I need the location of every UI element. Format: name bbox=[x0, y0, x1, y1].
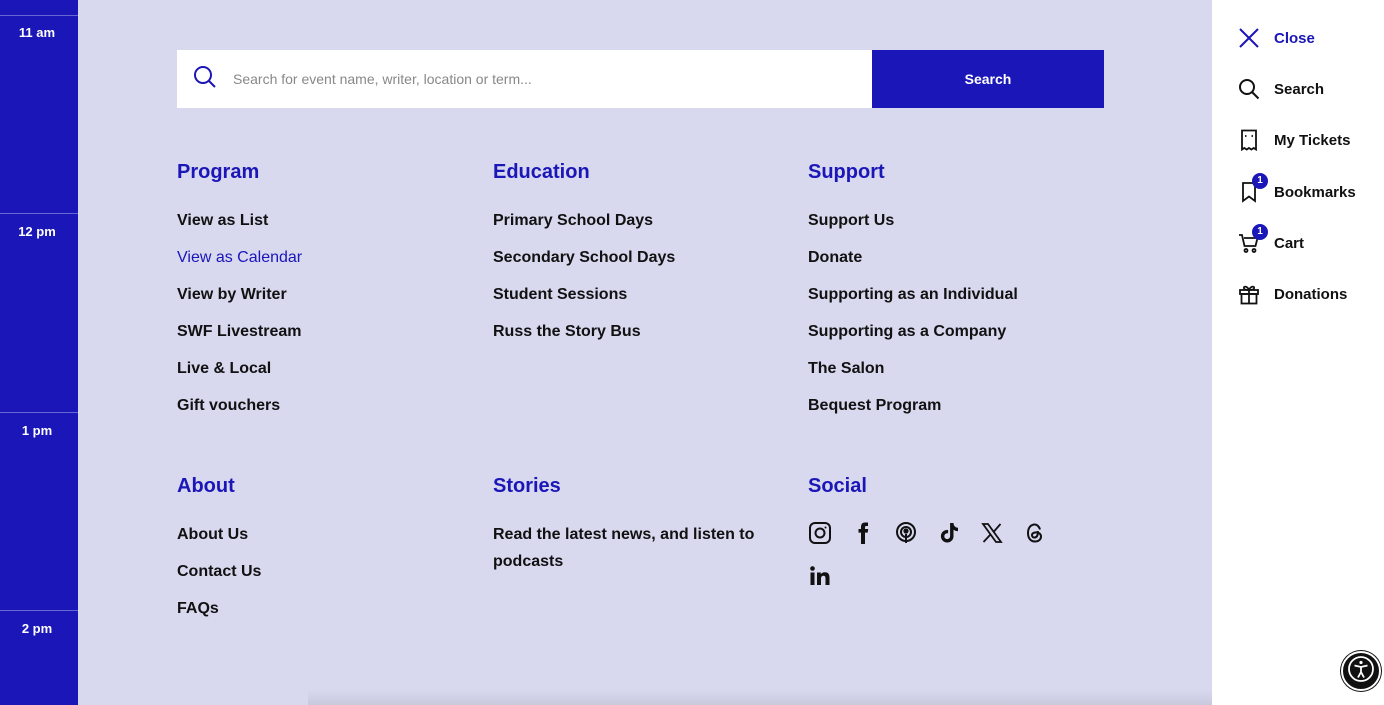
education-list: Primary School Days Secondary School Day… bbox=[493, 202, 793, 350]
time-label-11am: 11 am bbox=[18, 25, 56, 40]
linkedin-icon[interactable] bbox=[808, 564, 832, 588]
time-divider bbox=[0, 610, 78, 611]
time-label-12pm: 12 pm bbox=[18, 224, 56, 239]
about-column: About About Us Contact Us FAQs bbox=[177, 472, 477, 627]
instagram-icon[interactable] bbox=[808, 521, 832, 545]
search-icon bbox=[1238, 78, 1260, 100]
about-list: About Us Contact Us FAQs bbox=[177, 516, 477, 627]
cart-icon: 1 bbox=[1238, 224, 1268, 254]
close-button[interactable]: Close bbox=[1238, 25, 1315, 51]
my-tickets-button[interactable]: My Tickets bbox=[1238, 127, 1350, 153]
time-divider bbox=[0, 412, 78, 413]
cart-button[interactable]: 1 Cart bbox=[1238, 224, 1305, 256]
about-item-faqs[interactable]: FAQs bbox=[177, 590, 477, 627]
accessibility-button[interactable] bbox=[1341, 651, 1381, 691]
side-search-button[interactable]: Search bbox=[1238, 76, 1324, 102]
calendar-time-rail: 11 am 12 pm 1 pm 2 pm bbox=[0, 0, 78, 705]
x-icon[interactable] bbox=[980, 521, 1004, 545]
donations-button[interactable]: Donations bbox=[1238, 281, 1347, 307]
bookmarks-button[interactable]: 1 Bookmarks bbox=[1238, 173, 1356, 205]
time-label-2pm: 2 pm bbox=[21, 621, 53, 636]
program-heading: Program bbox=[177, 161, 260, 183]
education-item-secondary-school-days[interactable]: Secondary School Days bbox=[493, 239, 793, 276]
stories-link[interactable]: Read the latest news, and listen to podc… bbox=[493, 521, 763, 575]
tiktok-icon[interactable] bbox=[937, 521, 961, 545]
program-list: View as List View as Calendar View by Wr… bbox=[177, 202, 477, 424]
donations-label: Donations bbox=[1274, 285, 1348, 303]
about-item-contact-us[interactable]: Contact Us bbox=[177, 553, 477, 590]
support-heading: Support bbox=[808, 161, 885, 183]
program-column: Program View as List View as Calendar Vi… bbox=[177, 158, 477, 424]
program-item-view-by-writer[interactable]: View by Writer bbox=[177, 276, 477, 313]
time-divider bbox=[0, 15, 78, 16]
bookmarks-count-badge: 1 bbox=[1252, 173, 1268, 189]
side-panel: Close Search My Tickets 1 Bookmarks 1 Ca… bbox=[1212, 0, 1384, 705]
education-item-russ-the-story-bus[interactable]: Russ the Story Bus bbox=[493, 313, 793, 350]
program-item-live-and-local[interactable]: Live & Local bbox=[177, 350, 477, 387]
stories-column: Stories Read the latest news, and listen… bbox=[493, 472, 793, 575]
search-field-wrapper[interactable] bbox=[177, 50, 872, 108]
social-column: Social bbox=[808, 472, 1108, 588]
facebook-icon[interactable] bbox=[851, 521, 875, 545]
close-label: Close bbox=[1274, 29, 1315, 47]
support-item-donate[interactable]: Donate bbox=[808, 239, 1108, 276]
stories-heading: Stories bbox=[493, 475, 561, 497]
about-heading: About bbox=[177, 475, 235, 497]
program-item-gift-vouchers[interactable]: Gift vouchers bbox=[177, 387, 477, 424]
time-label-1pm: 1 pm bbox=[21, 423, 53, 438]
program-item-view-as-calendar[interactable]: View as Calendar bbox=[177, 239, 477, 276]
ticket-icon bbox=[1238, 129, 1260, 151]
program-item-swf-livestream[interactable]: SWF Livestream bbox=[177, 313, 477, 350]
search-button[interactable]: Search bbox=[872, 50, 1104, 108]
cart-count-badge: 1 bbox=[1252, 224, 1268, 240]
close-icon bbox=[1238, 27, 1260, 49]
search-bar: Search bbox=[177, 50, 1104, 108]
education-item-primary-school-days[interactable]: Primary School Days bbox=[493, 202, 793, 239]
education-column: Education Primary School Days Secondary … bbox=[493, 158, 793, 350]
side-search-label: Search bbox=[1274, 80, 1325, 98]
program-item-view-as-list[interactable]: View as List bbox=[177, 202, 477, 239]
podcast-icon[interactable] bbox=[894, 521, 918, 545]
support-item-individual[interactable]: Supporting as an Individual bbox=[808, 276, 1108, 313]
search-icon bbox=[193, 65, 217, 94]
education-item-student-sessions[interactable]: Student Sessions bbox=[493, 276, 793, 313]
bookmarks-label: Bookmarks bbox=[1274, 183, 1356, 201]
support-item-support-us[interactable]: Support Us bbox=[808, 202, 1108, 239]
social-heading: Social bbox=[808, 475, 867, 497]
support-item-bequest-program[interactable]: Bequest Program bbox=[808, 387, 1108, 424]
education-heading: Education bbox=[493, 161, 590, 183]
gift-icon bbox=[1238, 283, 1260, 305]
accessibility-icon bbox=[1346, 654, 1376, 689]
social-icons bbox=[808, 521, 1068, 588]
support-item-the-salon[interactable]: The Salon bbox=[808, 350, 1108, 387]
about-item-about-us[interactable]: About Us bbox=[177, 516, 477, 553]
time-divider bbox=[0, 213, 78, 214]
bookmark-icon: 1 bbox=[1238, 173, 1268, 203]
threads-icon[interactable] bbox=[1023, 521, 1047, 545]
support-list: Support Us Donate Supporting as an Indiv… bbox=[808, 202, 1108, 424]
search-input[interactable] bbox=[231, 70, 835, 88]
support-column: Support Support Us Donate Supporting as … bbox=[808, 158, 1108, 424]
my-tickets-label: My Tickets bbox=[1274, 131, 1351, 149]
support-item-company[interactable]: Supporting as a Company bbox=[808, 313, 1108, 350]
main-menu-overlay: Search Program View as List View as Cale… bbox=[78, 0, 1378, 705]
cart-label: Cart bbox=[1274, 234, 1305, 252]
